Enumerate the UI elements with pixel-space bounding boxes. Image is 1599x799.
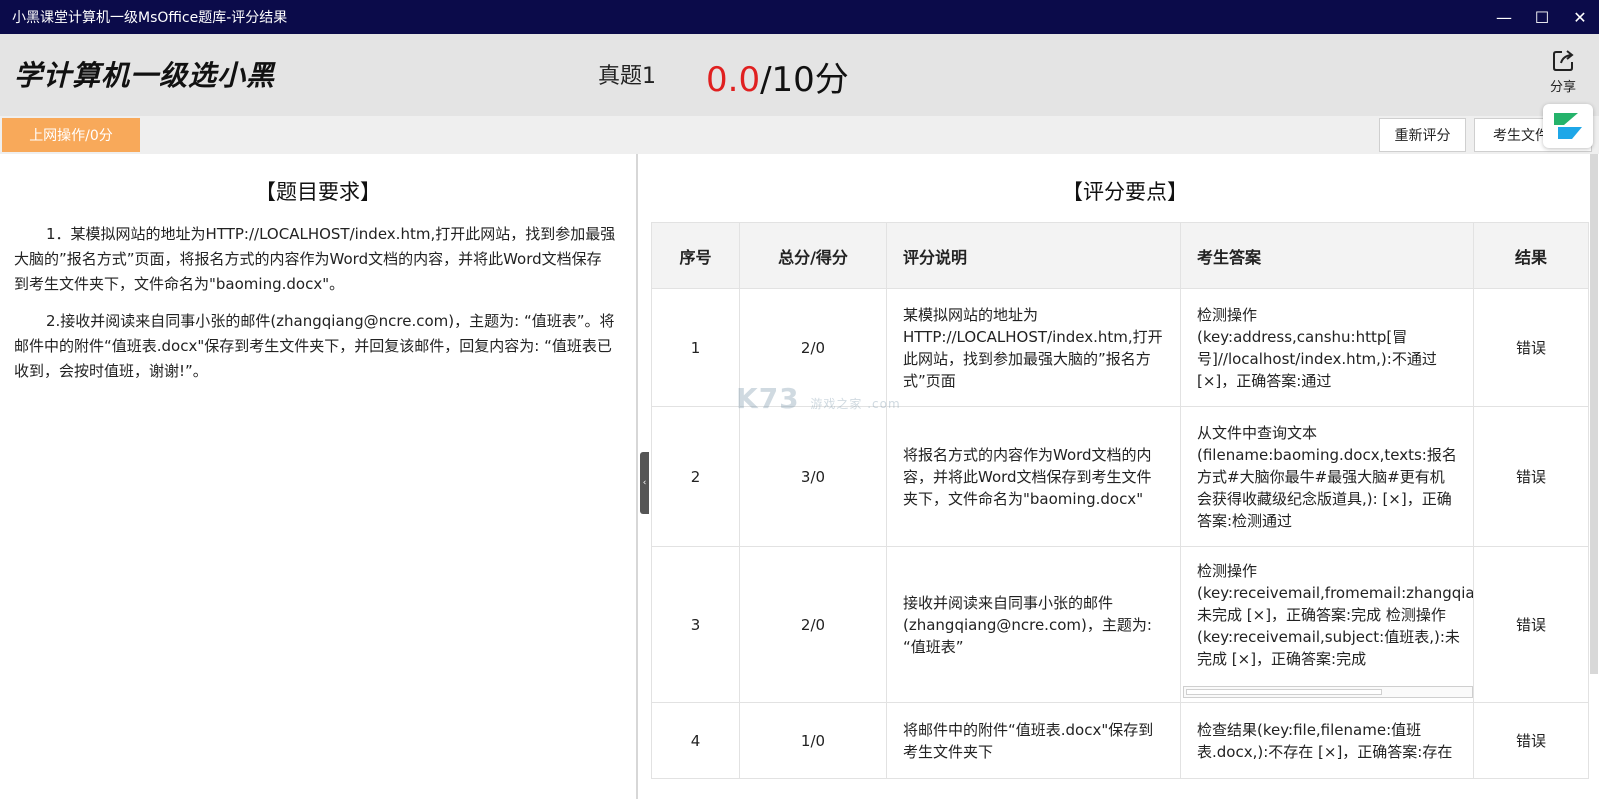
table-row: 3 2/0 接收并阅读来自同事小张的邮件(zhangqiang@ncre.com… — [651, 546, 1589, 703]
table-row: 2 3/0 将报名方式的内容作为Word文档的内容，并将此Word文档保存到考生… — [651, 406, 1589, 547]
right-panel-vertical-scrollbar[interactable] — [1590, 154, 1598, 674]
column-header: 考生答案 — [1180, 222, 1474, 289]
close-button[interactable]: ✕ — [1561, 0, 1599, 34]
row-answer: 从文件中查询文本(filename:baoming.docx,texts:报名方… — [1180, 406, 1474, 547]
requirement-item: 2.接收并阅读来自同事小张的邮件(zhangqiang@ncre.com)，主题… — [14, 312, 615, 380]
table-row: 4 1/0 将邮件中的附件“值班表.docx"保存到考生文件夹下 检查结果(ke… — [651, 702, 1589, 779]
row-score: 2/0 — [739, 546, 887, 703]
tab-category[interactable]: 上网操作/0分 — [2, 118, 140, 152]
column-header: 结果 — [1473, 222, 1589, 289]
share-label: 分享 — [1549, 80, 1576, 95]
row-result: 错误 — [1473, 702, 1589, 779]
row-answer: 检查结果(key:file,filename:值班表.docx,):不存在 [×… — [1180, 702, 1474, 779]
score-got: 0.0 — [706, 60, 761, 100]
score-display: 0.0/10分 — [706, 52, 849, 101]
row-result: 错误 — [1473, 288, 1589, 407]
app-logo: 学计算机一级选小黑 — [14, 59, 276, 92]
row-description: 某模拟网站的地址为HTTP://LOCALHOST/index.htm,打开此网… — [886, 288, 1181, 407]
row-number: 2 — [651, 406, 740, 547]
maximize-button[interactable]: ☐ — [1523, 0, 1561, 34]
floating-app-icon[interactable] — [1543, 104, 1593, 148]
row-score: 3/0 — [739, 406, 887, 547]
row-answer: 检测操作(key:receivemail,fromemail:zhangqia未… — [1197, 561, 1473, 668]
app-badge-icon — [1554, 113, 1582, 139]
scoring-title: 【评分要点】 — [1062, 180, 1188, 204]
rescore-button[interactable]: 重新评分 — [1379, 118, 1466, 152]
row-answer: 检测操作(key:address,canshu:http[冒号]//localh… — [1180, 288, 1474, 407]
scoring-panel: 【评分要点】 序号 总分/得分 评分说明 考生答案 结果 1 2/0 某模拟网站… — [651, 154, 1599, 799]
requirement-item: 1．某模拟网站的地址为HTTP://LOCALHOST/index.htm,打开… — [14, 225, 616, 293]
column-header: 评分说明 — [886, 222, 1181, 289]
header: 学计算机一级选小黑 真题1 0.0/10分 分享 — [0, 34, 1599, 116]
row-description: 将报名方式的内容作为Word文档的内容，并将此Word文档保存到考生文件夹下，文… — [886, 406, 1181, 547]
panel-divider[interactable] — [636, 154, 638, 799]
column-header: 总分/得分 — [739, 222, 887, 289]
row-result: 错误 — [1473, 406, 1589, 547]
row-number: 3 — [651, 546, 740, 703]
row-number: 4 — [651, 702, 740, 779]
share-button[interactable]: 分享 — [1544, 48, 1582, 95]
row-number: 1 — [651, 288, 740, 407]
minimize-button[interactable]: — — [1485, 0, 1523, 34]
chevron-left-icon: ‹ — [642, 478, 647, 488]
table-header-row: 序号 总分/得分 评分说明 考生答案 结果 — [651, 222, 1589, 289]
row-description: 接收并阅读来自同事小张的邮件(zhangqiang@ncre.com)，主题为:… — [886, 546, 1181, 703]
requirements-panel: 【题目要求】 1．某模拟网站的地址为HTTP://LOCALHOST/index… — [0, 154, 636, 799]
row-score: 1/0 — [739, 702, 887, 779]
toolbar: 上网操作/0分 重新评分 考生文件 — [0, 116, 1599, 154]
window-titlebar: 小黑课堂计算机一级MsOffice题库-评分结果 — ☐ ✕ — [0, 0, 1599, 34]
share-icon — [1553, 50, 1574, 71]
answer-horizontal-scrollbar[interactable] — [1183, 686, 1473, 698]
watermark-logo: K73 游戏之家 .com — [736, 382, 901, 415]
row-result: 错误 — [1473, 546, 1589, 703]
column-header: 序号 — [651, 222, 740, 289]
exam-name: 真题1 — [598, 64, 656, 89]
watermark-sub: 游戏之家 .com — [810, 397, 901, 411]
collapse-handle[interactable]: ‹ — [640, 452, 649, 514]
scoring-table: 序号 总分/得分 评分说明 考生答案 结果 1 2/0 某模拟网站的地址为HTT… — [651, 222, 1589, 779]
score-total: /10分 — [760, 60, 849, 100]
row-description: 将邮件中的附件“值班表.docx"保存到考生文件夹下 — [886, 702, 1181, 779]
row-answer-cell: 检测操作(key:receivemail,fromemail:zhangqia未… — [1180, 546, 1474, 703]
watermark-main: K73 — [736, 382, 800, 415]
requirements-title: 【题目要求】 — [255, 180, 381, 204]
scrollbar-thumb[interactable] — [1186, 689, 1382, 695]
window-title: 小黑课堂计算机一级MsOffice题库-评分结果 — [12, 10, 288, 26]
